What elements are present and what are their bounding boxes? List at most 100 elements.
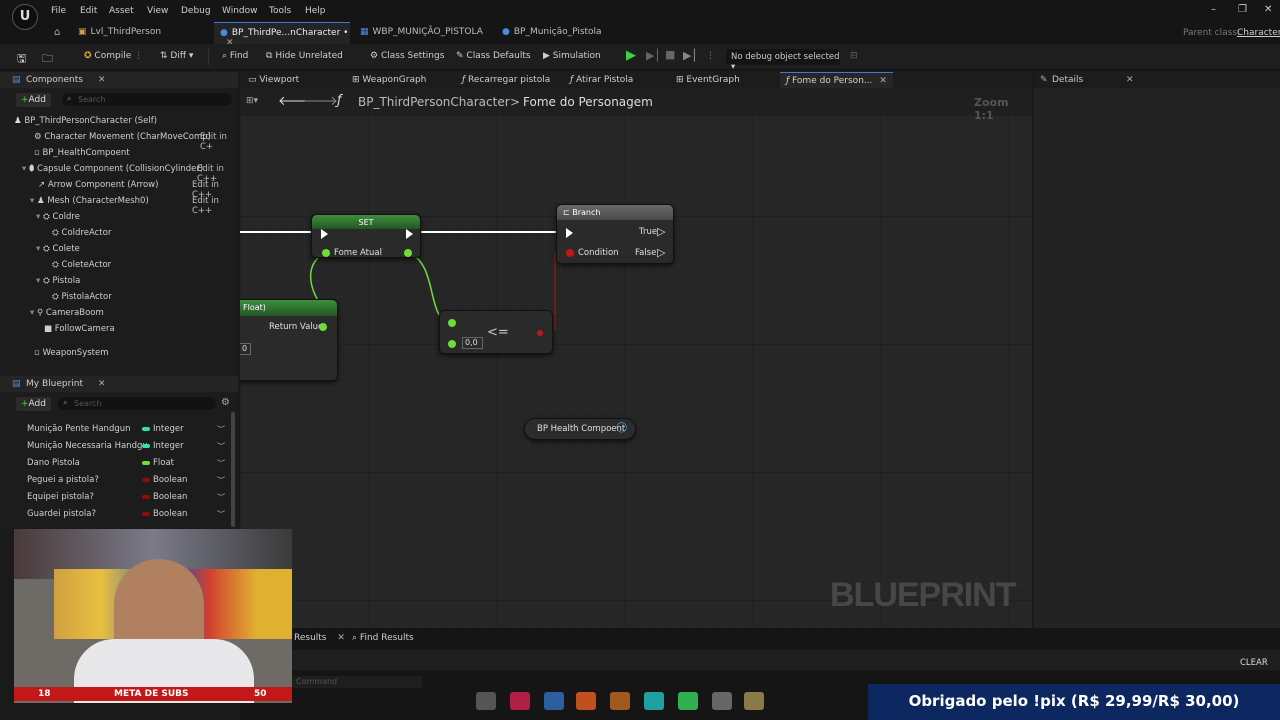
tree-item[interactable]: ▫ WeaponSystem <box>34 348 109 358</box>
my-blueprint-search-input[interactable]: ⌕ Search <box>58 397 216 410</box>
fome-atual-input-pin[interactable] <box>322 249 330 257</box>
tree-item[interactable]: ▾ ♟ Mesh (CharacterMesh0) <box>30 196 149 206</box>
close-panel-icon[interactable]: ✕ <box>1126 75 1134 85</box>
tree-item[interactable]: ♟ BP_ThirdPersonCharacter (Self) <box>14 116 157 126</box>
object-output-pin[interactable]: ◯ <box>616 422 627 433</box>
add-variable-button[interactable]: +Add <box>16 397 51 411</box>
tree-item[interactable]: ■ FollowCamera <box>44 324 115 334</box>
home-icon[interactable]: ⌂ <box>54 27 60 38</box>
unreal-logo-icon[interactable]: U <box>12 4 38 30</box>
gear-icon[interactable]: ⚙ <box>221 397 230 408</box>
close-tab-icon[interactable]: ✕ <box>879 76 887 86</box>
blueprint-graph-canvas[interactable]: ⊞▾ 🡐 🡒 ƒ BP_ThirdPersonCharacter > Fome … <box>240 88 1032 628</box>
compile-button[interactable]: ✪ Compile ⋮ <box>84 51 143 61</box>
tab-weapongraph[interactable]: ⊞ WeaponGraph <box>352 75 426 85</box>
app-icon[interactable] <box>712 692 732 710</box>
minimize-icon[interactable]: – <box>1211 4 1216 15</box>
parent-class-value[interactable]: Character <box>1237 28 1280 38</box>
menu-window[interactable]: Window <box>222 6 258 16</box>
variable-type[interactable]: Boolean <box>153 475 187 485</box>
variable-type[interactable]: Float <box>153 458 174 468</box>
tree-item[interactable]: ▾ ⛭ Colete <box>36 244 80 254</box>
compiler-results-tab[interactable]: Results ✕ <box>294 633 345 643</box>
tree-item[interactable]: ▫ BP_HealthCompoent <box>34 148 130 158</box>
tree-item[interactable]: ⛭ ColeteActor <box>52 260 111 270</box>
chevron-down-icon[interactable]: ︶ <box>217 509 225 520</box>
branch-node[interactable]: ⊏ Branch True ▷ Condition False ▷ <box>556 204 674 264</box>
tab-eventgraph[interactable]: ⊞ EventGraph <box>676 75 740 85</box>
true-exec-pin[interactable]: ▷ <box>657 225 665 238</box>
close-panel-icon[interactable]: ✕ <box>98 75 106 85</box>
app-icon[interactable] <box>476 692 496 710</box>
play-icon[interactable]: ▶ <box>626 48 636 63</box>
scrollbar[interactable] <box>231 412 235 527</box>
components-search-input[interactable]: ⌕ Search <box>62 93 232 106</box>
variable-type[interactable]: Boolean <box>153 509 187 519</box>
collapse-arrow-icon[interactable]: ▾ <box>22 164 26 174</box>
stop-icon[interactable]: ■ <box>665 48 675 61</box>
return-value-output-pin[interactable] <box>319 323 327 331</box>
exec-in-pin[interactable] <box>321 229 328 239</box>
app-icon[interactable] <box>644 692 664 710</box>
chevron-down-icon[interactable]: ︶ <box>217 424 225 435</box>
diff-button[interactable]: ⇅ Diff ▾ <box>160 51 193 61</box>
debug-object-select[interactable]: No debug object selected ▾ <box>726 49 840 72</box>
a-input-pin[interactable] <box>448 319 456 327</box>
menu-debug[interactable]: Debug <box>181 6 211 16</box>
collapse-arrow-icon[interactable]: ▾ <box>30 196 34 206</box>
tree-item[interactable]: ▾ ⚲ CameraBoom <box>30 308 104 318</box>
close-tab-icon[interactable]: ✕ <box>337 633 345 643</box>
tab-lvl-thirdperson[interactable]: ▣ Lvl_ThirdPerson <box>78 22 198 44</box>
menu-help[interactable]: Help <box>305 6 326 16</box>
close-panel-icon[interactable]: ✕ <box>98 379 106 389</box>
set-node[interactable]: SET Fome Atual <box>311 214 421 258</box>
compare-value-field[interactable]: 0,0 <box>462 337 483 349</box>
app-icon[interactable] <box>678 692 698 710</box>
tab-bp-municao-pistola[interactable]: ● BP_Munição_Pistola <box>502 22 622 44</box>
tree-item[interactable]: ▾ ⛭ Coldre <box>36 212 80 222</box>
exec-in-pin[interactable] <box>566 228 573 238</box>
menu-tools[interactable]: Tools <box>269 6 291 16</box>
edit-in-cpp-link[interactable]: Edit in C++ <box>192 196 238 216</box>
class-defaults-button[interactable]: ✎ Class Defaults <box>456 51 531 61</box>
variable-type[interactable]: Integer <box>153 441 184 451</box>
tab-bp-thirdpersoncharacter[interactable]: ● BP_ThirdPe...nCharacter • ✕ <box>214 22 350 48</box>
tab-atirar-pistola[interactable]: ƒ Atirar Pistola <box>570 75 633 85</box>
chevron-down-icon[interactable]: ︶ <box>217 458 225 469</box>
menu-file[interactable]: File <box>51 6 66 16</box>
exec-out-pin[interactable] <box>406 229 413 239</box>
browse-icon[interactable]: 🗀 <box>42 50 53 69</box>
b-input-pin[interactable] <box>448 340 456 348</box>
debug-filter-icon[interactable]: ⊟ <box>850 51 858 61</box>
app-icon[interactable] <box>544 692 564 710</box>
false-exec-pin[interactable]: ▷ <box>657 246 665 259</box>
tree-item[interactable]: ⚙ Character Movement (CharMoveComp) <box>34 132 211 142</box>
variable-type[interactable]: Boolean <box>153 492 187 502</box>
tab-wbp-municao-pistola[interactable]: ▦ WBP_MUNIÇÃO_PISTOLA <box>360 22 490 44</box>
health-component-node[interactable]: BP Health Compoent ◯ <box>524 418 636 440</box>
app-icon[interactable] <box>576 692 596 710</box>
clear-button[interactable]: CLEAR <box>1240 658 1268 668</box>
chevron-down-icon[interactable]: ︶ <box>217 492 225 503</box>
menu-view[interactable]: View <box>147 6 168 16</box>
find-results-tab[interactable]: ⌕ Find Results <box>352 633 414 643</box>
tree-item[interactable]: ⛭ ColdreActor <box>52 228 111 238</box>
class-settings-button[interactable]: ⚙ Class Settings <box>370 51 444 61</box>
chevron-down-icon[interactable]: ︶ <box>217 441 225 452</box>
tree-item[interactable]: ⛭ PistolaActor <box>52 292 112 302</box>
condition-input-pin[interactable] <box>566 249 574 257</box>
float-getter-node[interactable]: Float) Return Value 0 <box>240 299 338 381</box>
less-equal-node[interactable]: 0,0 <= <box>439 310 553 354</box>
tab-viewport[interactable]: ▭ Viewport <box>248 75 299 85</box>
hide-unrelated-button[interactable]: ⧉ Hide Unrelated <box>266 51 343 61</box>
chevron-down-icon[interactable]: ︶ <box>217 475 225 486</box>
app-icon[interactable] <box>510 692 530 710</box>
more-options-icon[interactable]: ⋮ <box>706 51 715 61</box>
tree-item[interactable]: ▾ ⛭ Pistola <box>36 276 80 286</box>
menu-asset[interactable]: Asset <box>109 6 134 16</box>
maximize-icon[interactable]: ❐ <box>1238 4 1247 15</box>
app-icon[interactable] <box>610 692 630 710</box>
step-icon[interactable]: ▶⎮ <box>646 49 660 62</box>
menu-edit[interactable]: Edit <box>80 6 97 16</box>
edit-in-cpp-link[interactable]: Edit in C+ <box>200 132 238 152</box>
